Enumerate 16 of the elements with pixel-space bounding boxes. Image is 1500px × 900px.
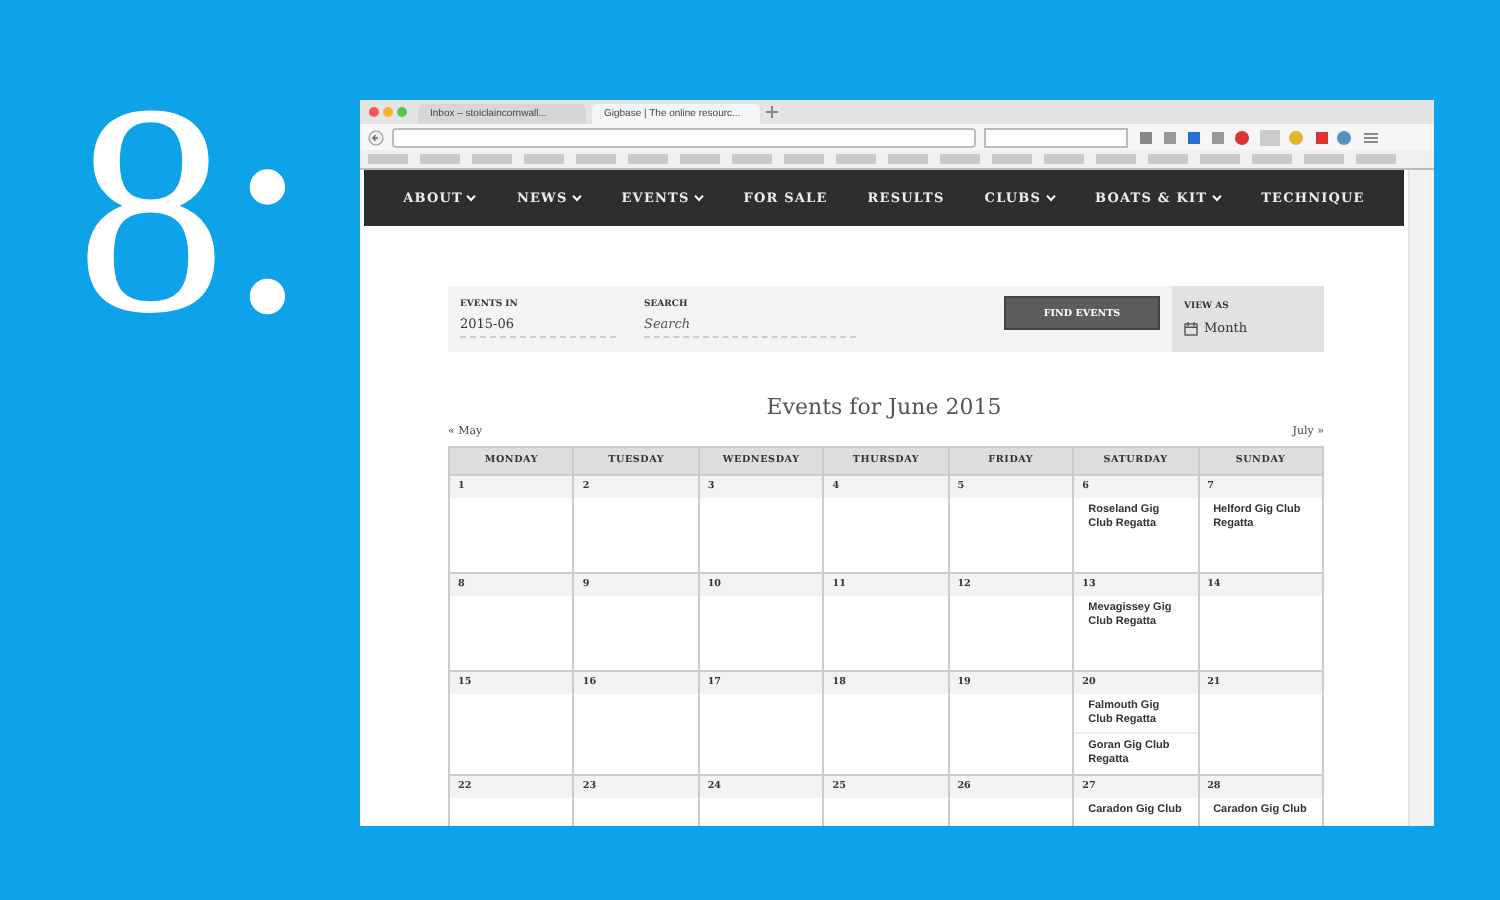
calendar-title: Events for June 2015 — [764, 394, 1004, 420]
caret-icon — [693, 194, 704, 202]
new-tab-icon[interactable] — [766, 106, 778, 118]
caret-icon — [466, 194, 477, 202]
back-icon[interactable] — [368, 129, 384, 145]
window-controls-icon[interactable] — [368, 106, 412, 118]
calendar-icon — [1184, 321, 1198, 335]
caret-icon — [1045, 194, 1056, 202]
toolbar-icons-drawing[interactable] — [1136, 129, 1356, 145]
address-bar[interactable] — [392, 127, 976, 147]
scrollbar[interactable] — [1408, 170, 1434, 826]
browser-search-field[interactable] — [984, 127, 1128, 147]
caret-icon — [1211, 194, 1222, 202]
menu-icon[interactable] — [1364, 131, 1378, 143]
slide-number: 8: — [76, 60, 300, 360]
caret-icon — [571, 194, 582, 202]
